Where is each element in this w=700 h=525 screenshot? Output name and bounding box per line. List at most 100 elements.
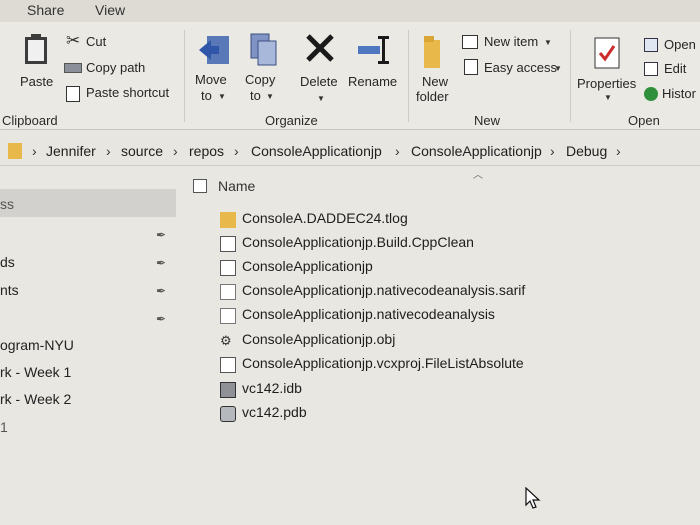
pin-icon[interactable]: ✒ <box>156 256 166 270</box>
move-to-button[interactable]: Move to ▼ <box>194 30 236 108</box>
chevron-down-icon: ▼ <box>544 38 552 47</box>
chevron-up-icon[interactable]: ︿ <box>473 166 483 181</box>
open-group-label: Open <box>628 113 660 128</box>
breadcrumb-item[interactable]: ConsoleApplicationjp <box>411 143 542 159</box>
copy-to-label: Copy <box>245 72 276 87</box>
properties-label: Properties <box>577 76 637 91</box>
copy-to-label-2: to <box>250 88 261 103</box>
file-name: ConsoleApplicationjp.Build.CppClean <box>242 234 474 250</box>
breadcrumb-separator-icon: › <box>616 143 621 159</box>
properties-icon <box>594 37 620 69</box>
file-name: ConsoleApplicationjp.nativecodeanalysis.… <box>242 282 526 298</box>
nav-item[interactable]: rk - Week 1 <box>0 364 71 380</box>
clipboard-group-label: Clipboard <box>2 113 58 128</box>
delete-icon <box>306 34 334 62</box>
ribbon-tab-strip: Share View <box>0 0 700 22</box>
text-file-icon <box>220 236 236 252</box>
edit-button[interactable]: Edit <box>644 61 700 79</box>
nav-item[interactable]: nts <box>0 282 19 298</box>
tab-view[interactable]: View <box>95 2 125 18</box>
nav-item[interactable]: ogram-NYU <box>0 337 74 353</box>
column-header-name[interactable]: Name <box>218 178 255 194</box>
breadcrumb-separator-icon: › <box>173 143 178 159</box>
rename-label: Rename <box>348 74 398 89</box>
paste-shortcut-icon <box>66 86 80 102</box>
copy-path-icon <box>64 63 82 73</box>
copy-path-label: Copy path <box>86 60 146 75</box>
file-name: ConsoleA.DADDEC24.tlog <box>242 210 408 226</box>
idb-file-icon <box>220 382 236 398</box>
chevron-down-icon: ▼ <box>266 92 274 101</box>
move-to-icon <box>199 36 229 64</box>
open-button[interactable]: Open <box>644 37 700 55</box>
edit-icon <box>644 62 658 76</box>
delete-label: Delete <box>300 74 338 89</box>
chevron-down-icon: ▼ <box>317 94 325 103</box>
breadcrumb-item[interactable]: Jennifer <box>46 143 96 159</box>
new-item-label: New item <box>484 34 539 49</box>
breadcrumb-item[interactable]: repos <box>189 143 224 159</box>
history-label: Histor <box>662 86 696 101</box>
paste-shortcut-button[interactable]: Paste shortcut <box>64 84 176 104</box>
file-name: ConsoleApplicationjp <box>242 258 373 274</box>
nav-item[interactable]: ss <box>0 196 14 212</box>
edit-label: Edit <box>664 61 687 76</box>
copy-to-icon <box>250 33 277 66</box>
open-icon <box>644 38 658 52</box>
rename-button[interactable]: Rename <box>346 30 400 108</box>
chevron-down-icon: ▼ <box>554 64 562 73</box>
select-all-checkbox[interactable] <box>193 179 207 193</box>
text-file-icon <box>220 260 236 276</box>
paste-button[interactable]: Paste <box>14 30 60 94</box>
paste-label: Paste <box>20 74 54 89</box>
folder-icon <box>220 212 236 228</box>
file-name: ConsoleApplicationjp.vcxproj.FileListAbs… <box>242 355 524 371</box>
pdb-file-icon <box>220 406 236 422</box>
blank-file-icon <box>220 308 236 324</box>
new-folder-label-2: folder <box>416 89 449 104</box>
divider <box>570 30 571 122</box>
new-folder-icon <box>424 36 440 68</box>
properties-button[interactable]: Properties ▼ <box>574 30 640 108</box>
pin-icon[interactable]: ✒ <box>156 284 166 298</box>
paste-shortcut-label: Paste shortcut <box>86 85 170 100</box>
breadcrumb-item[interactable]: ConsoleApplicationjp <box>251 143 382 159</box>
divider <box>408 30 409 122</box>
breadcrumb-separator-icon: › <box>395 143 400 159</box>
delete-button[interactable]: Delete ▼ <box>298 30 344 108</box>
tab-share[interactable]: Share <box>27 2 64 18</box>
copy-to-button[interactable]: Copy to ▼ <box>242 30 284 108</box>
nav-item[interactable]: 1 <box>0 419 8 435</box>
divider <box>184 30 185 122</box>
file-name: vc142.pdb <box>242 404 307 420</box>
history-button[interactable]: Histor <box>644 86 700 104</box>
organize-group-label: Organize <box>265 113 318 128</box>
cut-button[interactable]: ✂ Cut <box>64 31 144 53</box>
new-group-label: New <box>474 113 501 128</box>
new-folder-button[interactable]: New folder <box>412 30 458 108</box>
pin-icon[interactable]: ✒ <box>156 312 166 326</box>
move-to-label-2: to <box>201 88 212 103</box>
nav-item[interactable]: ds <box>0 254 15 270</box>
chevron-down-icon: ▼ <box>604 93 612 102</box>
obj-file-icon: ⚙ <box>220 333 232 348</box>
file-name: ConsoleApplicationjp.nativecodeanalysis <box>242 306 495 322</box>
breadcrumb-item[interactable]: Debug <box>566 143 607 159</box>
breadcrumb-item[interactable]: source <box>121 143 163 159</box>
chevron-down-icon: ▼ <box>218 92 226 101</box>
text-file-icon <box>220 357 236 373</box>
pin-icon[interactable]: ✒ <box>156 228 166 242</box>
breadcrumb-separator-icon: › <box>106 143 111 159</box>
easy-access-label: Easy access <box>484 60 557 75</box>
easy-access-icon <box>464 59 478 75</box>
copy-path-button[interactable]: Copy path <box>64 59 176 79</box>
blank-file-icon <box>220 284 236 300</box>
rename-icon <box>358 36 389 64</box>
easy-access-button[interactable]: Easy access ▼ <box>462 59 566 79</box>
nav-item[interactable]: rk - Week 2 <box>0 391 71 407</box>
new-item-button[interactable]: New item ▼ <box>462 33 562 53</box>
paste-icon <box>25 34 47 64</box>
mouse-cursor-icon <box>525 487 541 509</box>
folder-icon <box>8 143 22 159</box>
open-label: Open <box>664 37 696 52</box>
